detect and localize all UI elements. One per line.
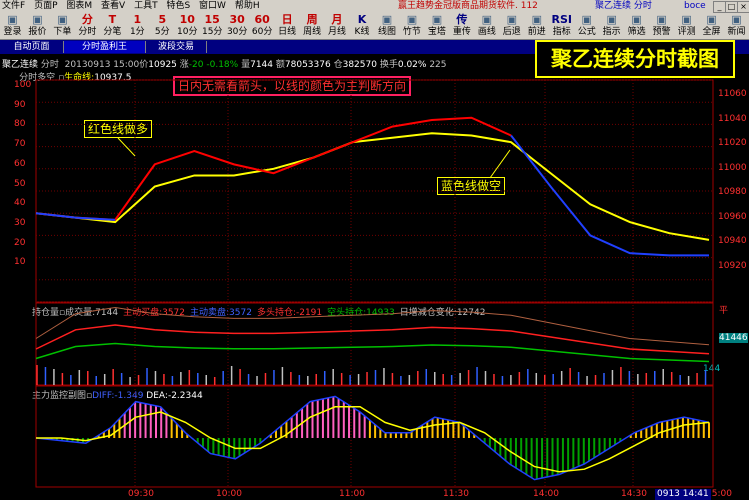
life-line (35, 132, 710, 241)
oi-line-brown (35, 306, 710, 346)
long-position-line (35, 324, 710, 355)
long-short-line-blue (510, 134, 709, 257)
volume-panel-frame (35, 302, 714, 386)
long-short-line-blue-early (35, 212, 116, 221)
diff-line (35, 395, 710, 481)
big-title: 聚乙连续分时截图 (535, 40, 735, 78)
dea-line (36, 406, 710, 473)
main-panel-frame (35, 79, 714, 303)
blue-annotation-pointer (489, 149, 511, 179)
